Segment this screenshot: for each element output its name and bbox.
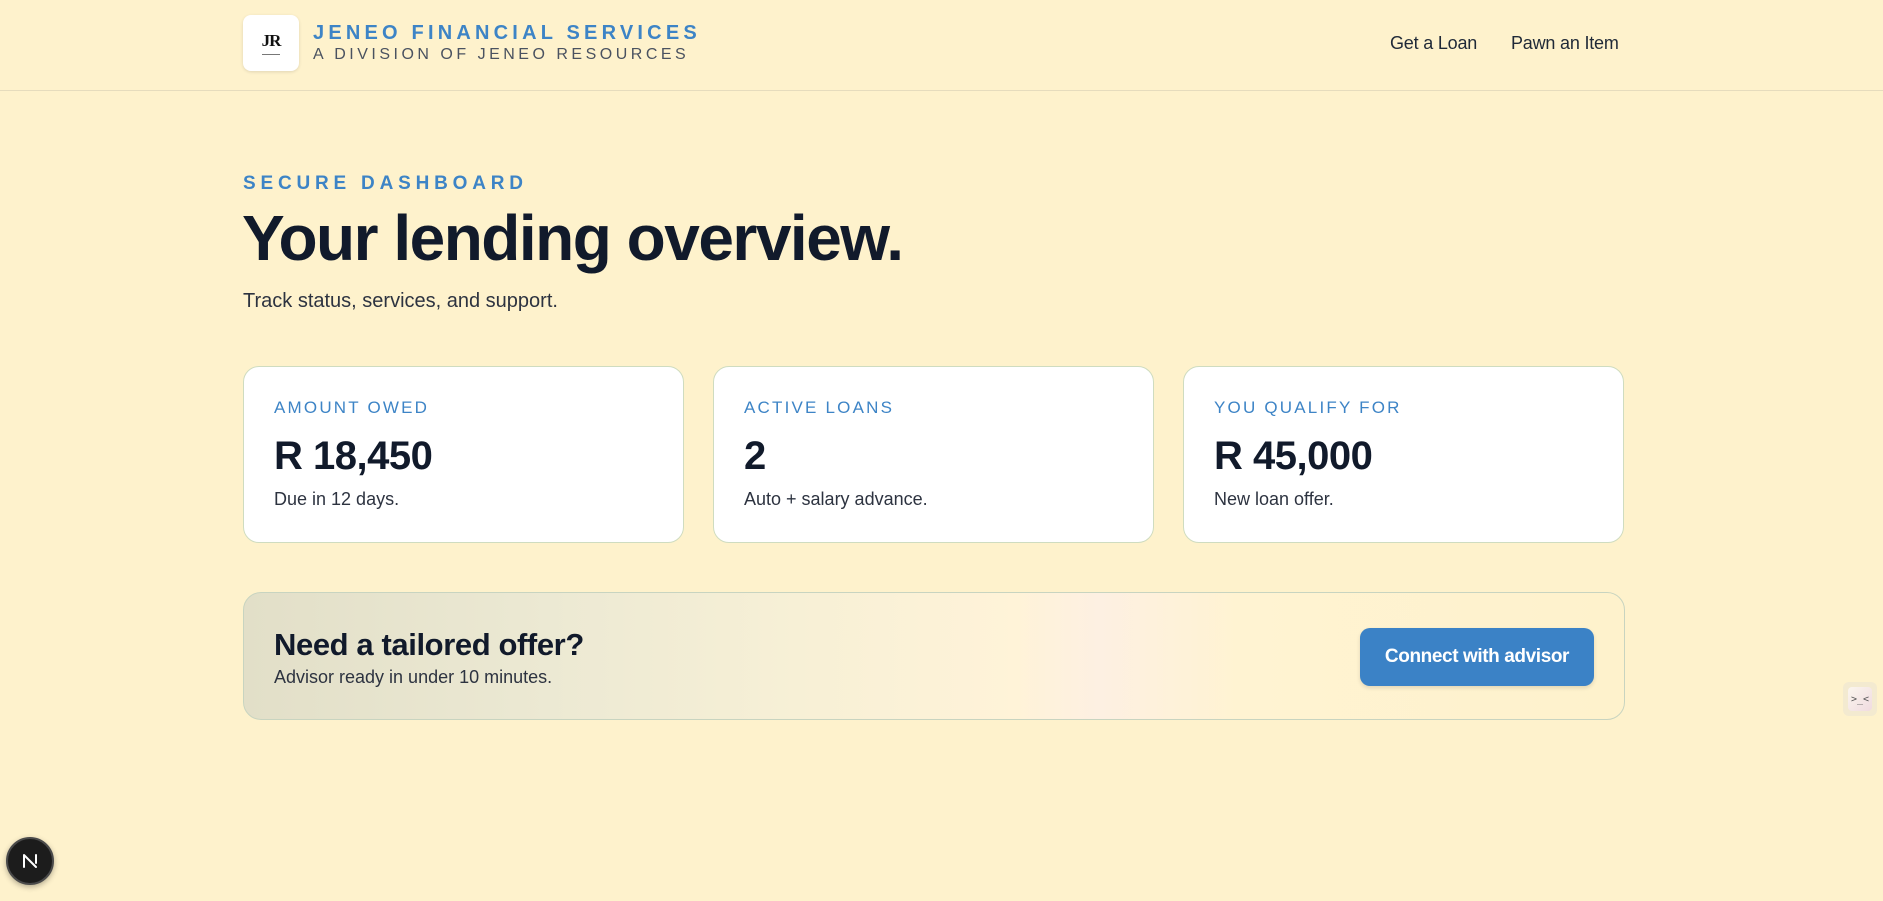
stat-label: YOU QUALIFY FOR xyxy=(1214,398,1402,417)
brand-name: JENEO FINANCIAL SERVICES xyxy=(313,22,701,44)
n-logo-icon xyxy=(23,854,37,868)
chat-face-icon: >_< xyxy=(1848,687,1872,711)
tailored-offer-banner: Need a tailored offer? Advisor ready in … xyxy=(243,592,1625,720)
stat-value: R 18,450 xyxy=(274,434,433,478)
nav-pawn-an-item[interactable]: Pawn an Item xyxy=(1511,33,1619,54)
stat-card-amount-owed: AMOUNT OWED R 18,450 Due in 12 days. xyxy=(243,366,684,543)
stat-card-active-loans: ACTIVE LOANS 2 Auto + salary advance. xyxy=(713,366,1154,543)
stat-card-qualify-for: YOU QUALIFY FOR R 45,000 New loan offer. xyxy=(1183,366,1624,543)
section-eyebrow: SECURE DASHBOARD xyxy=(243,173,528,194)
stat-value: 2 xyxy=(744,434,766,478)
brand-subtitle: A DIVISION OF JENEO RESOURCES xyxy=(313,46,690,63)
stat-note: Due in 12 days. xyxy=(274,489,400,509)
page-title: Your lending overview. xyxy=(242,202,904,274)
offer-subtitle: Advisor ready in under 10 minutes. xyxy=(274,667,553,687)
stat-label: ACTIVE LOANS xyxy=(744,398,895,417)
side-widget[interactable]: >_< xyxy=(1843,682,1877,716)
nav-get-a-loan[interactable]: Get a Loan xyxy=(1390,33,1477,54)
page-subtitle: Track status, services, and support. xyxy=(243,290,558,312)
dev-tools-badge[interactable] xyxy=(6,837,54,885)
brand-logo[interactable]: JR xyxy=(243,15,299,71)
stat-note: Auto + salary advance. xyxy=(744,489,928,509)
logo-mark: JR xyxy=(261,31,281,55)
site-header: JR JENEO FINANCIAL SERVICES A DIVISION O… xyxy=(0,0,1883,91)
stat-value: R 45,000 xyxy=(1214,434,1373,478)
offer-title: Need a tailored offer? xyxy=(274,627,584,662)
stat-label: AMOUNT OWED xyxy=(274,398,430,417)
connect-advisor-button[interactable]: Connect with advisor xyxy=(1360,628,1594,686)
stat-note: New loan offer. xyxy=(1214,489,1334,509)
